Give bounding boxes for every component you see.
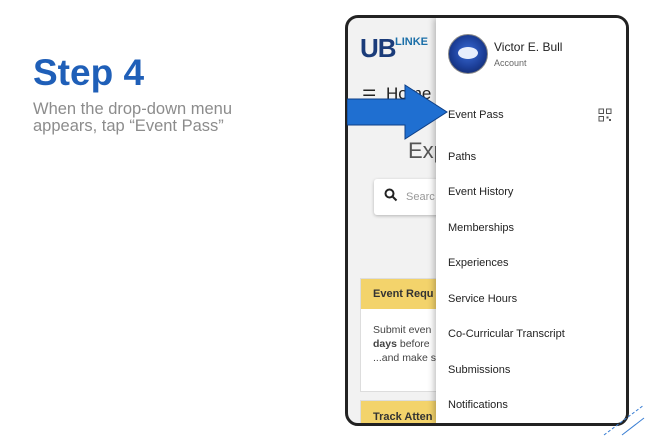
step-description: When the drop-down menu appears, tap “Ev…	[33, 100, 233, 135]
phone-frame: UB LINKE ☰ Home Exp Searc Event Requ Sub…	[345, 15, 629, 426]
avatar[interactable]	[448, 34, 488, 74]
menu-item-event-history[interactable]: Event History	[448, 186, 513, 198]
menu-item-event-pass[interactable]: Event Pass	[448, 109, 504, 121]
avatar-image	[458, 47, 478, 59]
app-logo-subtext: LINKE	[395, 36, 428, 48]
card-title: Track Atten	[373, 411, 433, 423]
account-label: Account	[494, 58, 527, 68]
decorative-lines	[603, 404, 645, 436]
app-logo: UB	[360, 33, 397, 63]
menu-item-notifications[interactable]: Notifications	[448, 399, 508, 411]
menu-item-submissions[interactable]: Submissions	[448, 364, 510, 376]
card-title: Event Requ	[373, 288, 434, 300]
menu-item-memberships[interactable]: Memberships	[448, 222, 514, 234]
menu-item-service-hours[interactable]: Service Hours	[448, 293, 517, 305]
user-name[interactable]: Victor E. Bull	[494, 40, 562, 54]
menu-item-experiences[interactable]: Experiences	[448, 257, 509, 269]
menu-item-co-curricular-transcript[interactable]: Co-Curricular Transcript	[448, 328, 565, 340]
menu-item-paths[interactable]: Paths	[448, 151, 476, 163]
qr-code-icon[interactable]	[598, 108, 612, 122]
card-body-bold: days	[373, 338, 397, 350]
step-title: Step 4	[33, 52, 145, 93]
card-body-text: ...and make s	[373, 352, 437, 364]
search-placeholder: Searc	[406, 191, 435, 203]
card-body-text: before	[399, 338, 430, 350]
search-icon	[384, 188, 398, 202]
pointer-arrow-icon	[347, 84, 448, 140]
card-body-text: Submit even	[373, 324, 432, 336]
app-screen: UB LINKE ☰ Home Exp Searc Event Requ Sub…	[348, 18, 626, 423]
dropdown-menu: Victor E. Bull Account Event Pass Paths …	[436, 18, 626, 423]
